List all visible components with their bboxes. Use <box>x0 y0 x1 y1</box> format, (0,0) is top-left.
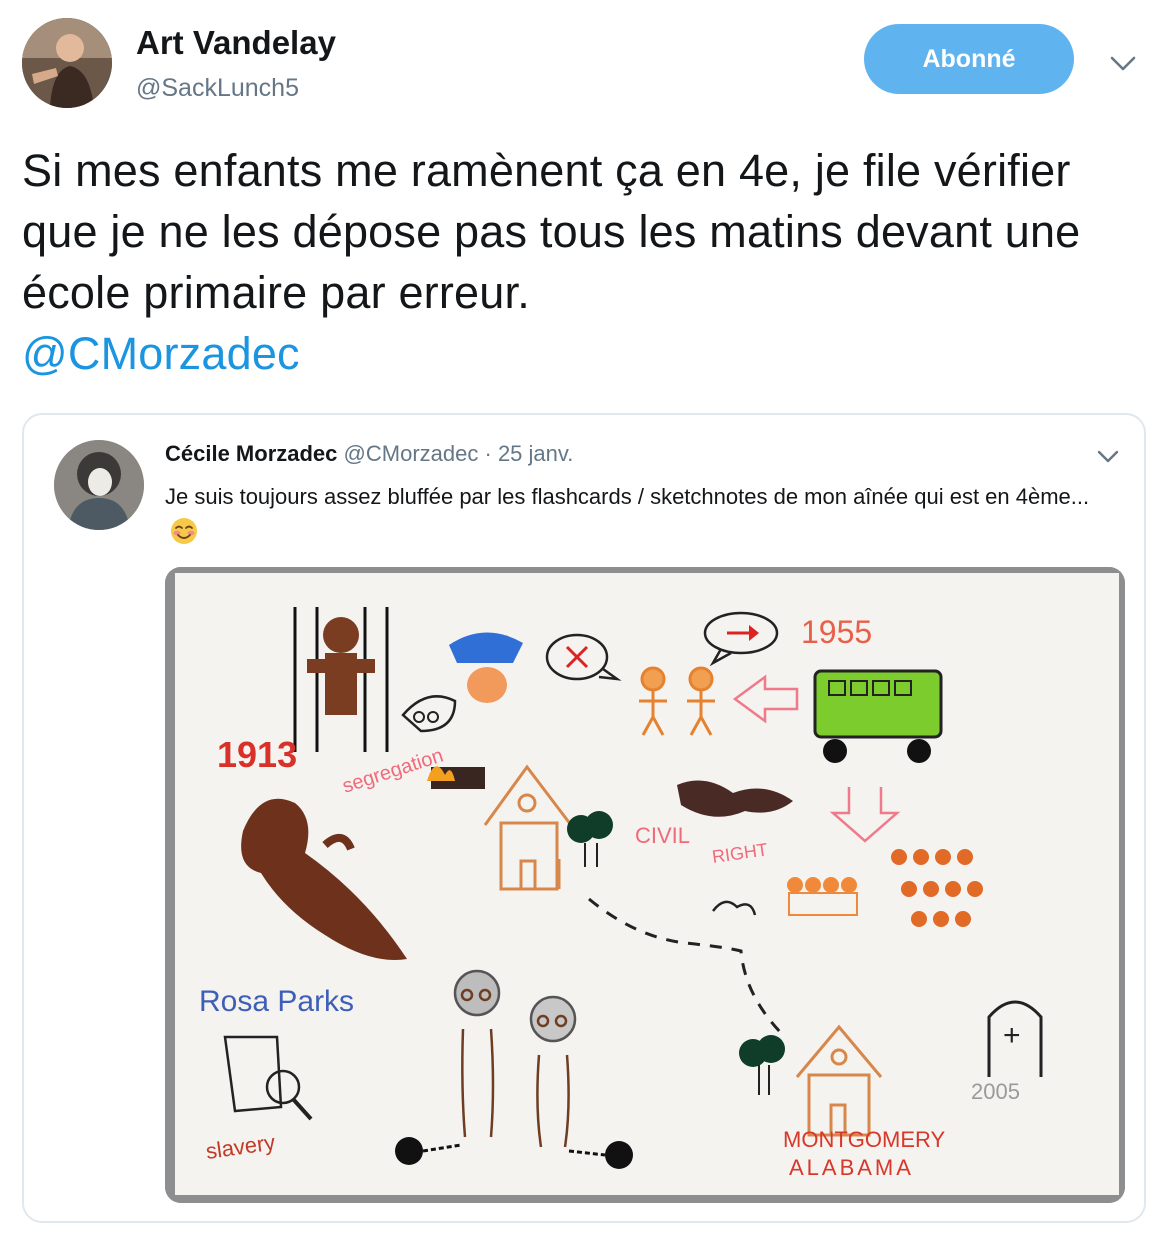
montgomery-label: MONTGOMERY <box>783 1127 945 1152</box>
alabama-label: ALABAMA <box>789 1155 914 1180</box>
year-label: 1913 <box>217 734 297 775</box>
quoted-body: Je suis toujours assez bluffée par les f… <box>165 484 1090 509</box>
quoted-date[interactable]: 25 janv. <box>498 441 573 466</box>
rosa-parks-label: Rosa Parks <box>199 985 354 1018</box>
year-label: 1955 <box>801 614 872 650</box>
attached-photo[interactable]: 1955 1913 2005 segregation CIVIL RIGHT R… <box>165 567 1125 1203</box>
civil-rights-label: CIVIL <box>635 823 690 848</box>
avatar-photo <box>22 18 112 108</box>
quoted-meta: Cécile Morzadec @CMorzadec · 25 janv. <box>165 441 573 467</box>
chevron-down-icon[interactable] <box>1096 449 1120 465</box>
quoted-author-handle[interactable]: @CMorzadec <box>344 441 479 466</box>
burning-bus <box>427 766 485 789</box>
quoted-tweet-card[interactable]: Cécile Morzadec @CMorzadec · 25 janv. Je… <box>22 413 1146 1223</box>
tweet-body: Si mes enfants me ramènent ça en 4e, je … <box>22 145 1081 318</box>
quoted-avatar-photo <box>54 440 144 530</box>
grave-cross: + <box>1003 1019 1021 1052</box>
quoted-avatar[interactable] <box>54 440 144 530</box>
follow-button[interactable]: Abonné <box>864 24 1074 94</box>
smiling-face-icon <box>171 518 197 544</box>
chevron-down-icon[interactable] <box>1108 52 1138 74</box>
tweet-text: Si mes enfants me ramènent ça en 4e, je … <box>22 140 1147 384</box>
author-name[interactable]: Art Vandelay <box>136 24 336 62</box>
meta-separator: · <box>484 441 492 466</box>
avatar[interactable] <box>22 18 112 108</box>
mention-link[interactable]: @CMorzadec <box>22 323 1147 384</box>
author-handle[interactable]: @SackLunch5 <box>136 74 299 103</box>
year-label: 2005 <box>971 1079 1020 1104</box>
quoted-text: Je suis toujours assez bluffée par les f… <box>165 479 1125 551</box>
tweet-header: Art Vandelay @SackLunch5 Abonné <box>22 18 1152 118</box>
quoted-author-name[interactable]: Cécile Morzadec <box>165 441 337 466</box>
flashcard-drawing: 1955 1913 2005 segregation CIVIL RIGHT R… <box>165 567 1125 1203</box>
